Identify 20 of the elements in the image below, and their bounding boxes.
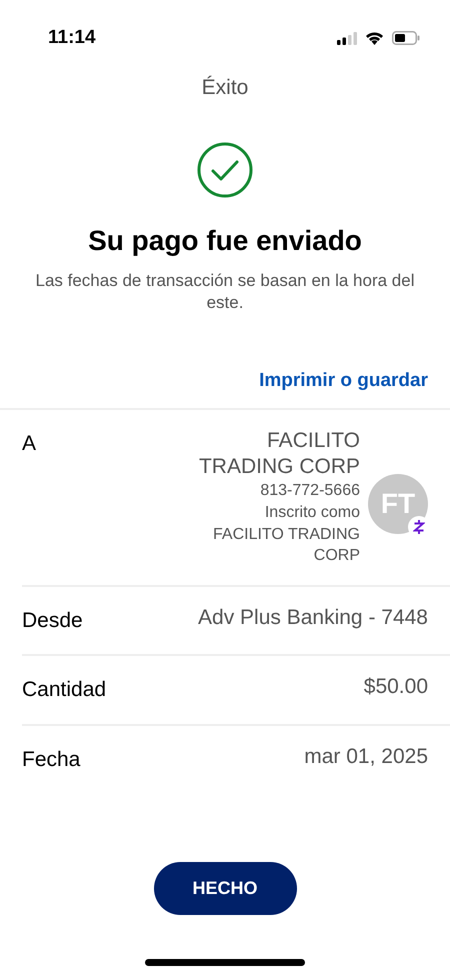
signal-icon <box>337 32 357 44</box>
detail-value: mar 01, 2025 <box>304 744 428 770</box>
enrolled-as-text: Inscrito como FACILITO TRADING CORP <box>212 502 360 566</box>
page-title: Éxito <box>200 74 250 101</box>
battery-icon <box>392 31 420 45</box>
recipient-phone: 813-772-5666 <box>260 481 360 502</box>
done-button[interactable]: HECHO <box>154 862 296 915</box>
detail-label: Desde <box>22 608 83 634</box>
recipient-name: FACILITO TRADING CORP <box>198 428 360 480</box>
detail-value: Adv Plus Banking - 7448 <box>198 604 428 631</box>
detail-label: A <box>22 430 36 457</box>
success-heading: Su pago fue enviado <box>87 224 363 258</box>
checkmark-circle-icon <box>197 142 253 198</box>
detail-label: Fecha <box>22 746 80 773</box>
status-time: 11:14 <box>48 26 96 50</box>
print-save-link[interactable]: Imprimir o guardar <box>259 367 428 396</box>
timezone-note: Las fechas de transacción se basan en la hora del este. <box>34 270 416 314</box>
detail-value: $50.00 <box>364 674 428 700</box>
wifi-icon <box>365 31 384 45</box>
detail-label: Cantidad <box>22 677 106 704</box>
